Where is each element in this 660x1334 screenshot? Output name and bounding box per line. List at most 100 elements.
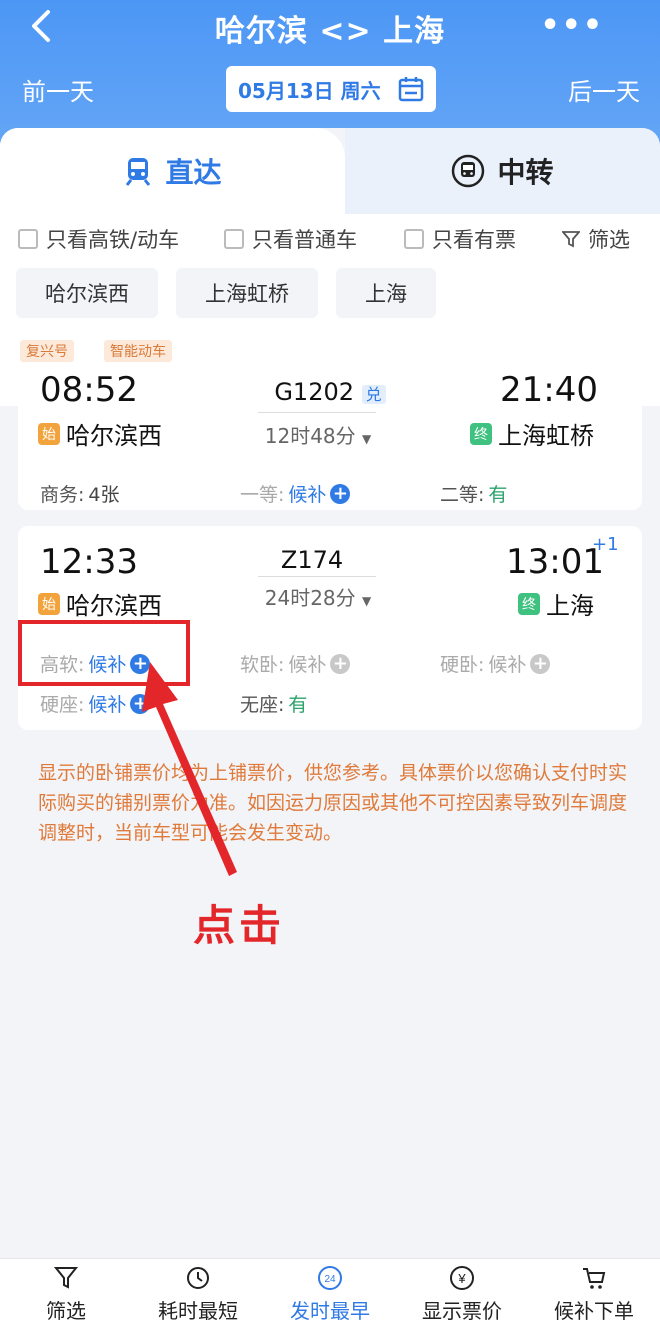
filter-icon (562, 231, 580, 248)
arrive-station: 终上海 (518, 586, 594, 621)
only-available-checkbox[interactable]: 只看有票 (404, 224, 516, 254)
bottom-item-label: 耗时最短 (158, 1299, 238, 1323)
seat-label: 硬座: (40, 694, 85, 716)
bottom-filter-button[interactable]: 筛选 (0, 1265, 132, 1324)
station-chip-shanghai[interactable]: 上海 (336, 268, 436, 318)
tab-transfer-label: 中转 (497, 156, 554, 189)
more-icon[interactable]: ••• (540, 8, 604, 43)
checkbox-label: 只看高铁/动车 (46, 228, 180, 252)
bottom-item-label: 发时最早 (290, 1299, 370, 1323)
bottom-price-button[interactable]: ¥ 显示票价 (396, 1265, 528, 1324)
bottom-item-label: 筛选 (46, 1299, 86, 1323)
waitlist-plus-icon[interactable]: + (130, 693, 151, 714)
tab-direct[interactable]: 直达 (0, 128, 345, 214)
date-picker[interactable]: 05月13日 周六 (226, 66, 436, 112)
price-note: 显示的卧铺票价均为上铺票价，供您参考。具体票价以您确认支付时实际购买的铺别票价为… (38, 762, 628, 844)
seat-value: 有 (288, 694, 308, 716)
seat-no-seat: 无座: 有 (240, 690, 307, 717)
station-chip-shanghai-hongqiao[interactable]: 上海虹桥 (176, 268, 318, 318)
highlight-box (18, 620, 190, 686)
duration[interactable]: 12时48分 ▼ (218, 420, 418, 449)
smart-emu-tag: 智能动车 (104, 340, 172, 362)
bottom-item-label: 候补下单 (554, 1299, 634, 1323)
seat-first-class[interactable]: 一等: 候补 + (240, 480, 351, 507)
terminal-station-icon: 终 (518, 592, 540, 615)
seat-label: 商务: (40, 484, 85, 506)
clock-24-icon: 24 (318, 1266, 342, 1290)
seat-value: 4张 (88, 484, 120, 506)
seat-label: 软卧: (240, 654, 285, 676)
cart-icon (583, 1268, 606, 1289)
yen-glyph: ¥ (457, 1271, 466, 1286)
duration-text: 24时28分 (264, 586, 356, 610)
seat-second-class: 二等: 有 (440, 480, 507, 507)
origin-station-icon: 始 (38, 422, 60, 445)
filter-label: 筛选 (588, 228, 630, 252)
timer-icon (187, 1267, 209, 1289)
bottom-bar: 筛选 耗时最短 24 发时最早 ¥ 显示票价 候补下单 (0, 1258, 660, 1334)
only-highspeed-checkbox[interactable]: 只看高铁/动车 (18, 224, 179, 254)
fuxing-tag: 复兴号 (20, 340, 74, 362)
checkbox-icon (224, 229, 244, 249)
origin-station-icon: 始 (38, 592, 60, 615)
bottom-shortest-button[interactable]: 耗时最短 (132, 1265, 264, 1324)
station-chip-harbin-west[interactable]: 哈尔滨西 (16, 268, 158, 318)
train-number-text: G1202 (274, 378, 355, 406)
checkbox-icon (18, 229, 38, 249)
tab-transfer[interactable]: 中转 (345, 128, 660, 214)
depart-station: 始哈尔滨西 (38, 586, 162, 621)
calendar-icon (398, 77, 424, 102)
depart-time: 12:33 (40, 542, 138, 582)
seat-business: 商务: 4张 (40, 480, 120, 507)
date-text: 05月13日 周六 (238, 78, 381, 103)
terminal-station-icon: 终 (470, 422, 492, 445)
bottom-item-label: 显示票价 (422, 1299, 502, 1323)
arrive-station-name: 上海虹桥 (498, 422, 594, 450)
seat-value: 候补 (488, 654, 527, 676)
yen-icon: ¥ (450, 1266, 474, 1290)
transfer-train-icon (452, 154, 485, 188)
depart-station: 始哈尔滨西 (38, 416, 162, 451)
depart-time: 08:52 (40, 370, 138, 410)
next-day-button[interactable]: 后一天 (568, 72, 640, 107)
arrive-station-name: 上海 (546, 592, 594, 620)
seat-hard-sleeper[interactable]: 硬卧: 候补 + (440, 650, 551, 677)
train-number: G1202 兑 (230, 378, 430, 406)
waitlist-plus-icon[interactable]: + (530, 653, 551, 674)
arrive-time: 21:40 (500, 370, 598, 410)
only-normal-checkbox[interactable]: 只看普通车 (224, 224, 357, 254)
seat-label: 硬卧: (440, 654, 485, 676)
bottom-earliest-button[interactable]: 24 发时最早 (264, 1265, 396, 1324)
train-card-g1202[interactable]: 复兴号 智能动车 08:52 始哈尔滨西 G1202 兑 12时48分 ▼ 21… (18, 336, 642, 510)
redeem-badge: 兑 (361, 385, 386, 404)
seat-value: 候补 (288, 484, 327, 506)
seat-soft-sleeper[interactable]: 软卧: 候补 + (240, 650, 351, 677)
train-icon (126, 158, 151, 186)
train-number: Z174 (280, 546, 344, 574)
prev-day-button[interactable]: 前一天 (22, 72, 94, 107)
checkbox-icon (404, 229, 424, 249)
seat-label: 无座: (240, 694, 285, 716)
duration[interactable]: 24时28分 ▼ (218, 582, 418, 611)
bottom-waitlist-button[interactable]: 候补下单 (528, 1265, 660, 1324)
next-day-badge: +1 (592, 534, 619, 555)
filter-icon (53, 1267, 79, 1289)
depart-station-name: 哈尔滨西 (66, 592, 162, 620)
checkbox-label: 只看普通车 (252, 228, 357, 252)
checkbox-label: 只看有票 (432, 228, 516, 252)
chevron-down-icon: ▼ (362, 432, 372, 446)
waitlist-plus-icon[interactable]: + (330, 653, 351, 674)
seat-value: 候补 (288, 654, 327, 676)
seat-label: 一等: (240, 484, 285, 506)
chevron-down-icon: ▼ (362, 594, 372, 608)
seat-hard-seat[interactable]: 硬座: 候补 + (40, 690, 151, 717)
click-annotation: 点击 (193, 901, 286, 950)
waitlist-plus-icon[interactable]: + (330, 483, 351, 504)
filter-button[interactable]: 筛选 (562, 224, 630, 254)
train-divider (258, 576, 376, 577)
seat-label: 二等: (440, 484, 485, 506)
arrive-time: 13:01 (506, 542, 604, 582)
clock-24-badge: 24 (324, 1274, 336, 1285)
seat-value: 有 (488, 484, 508, 506)
duration-text: 12时48分 (264, 424, 356, 448)
